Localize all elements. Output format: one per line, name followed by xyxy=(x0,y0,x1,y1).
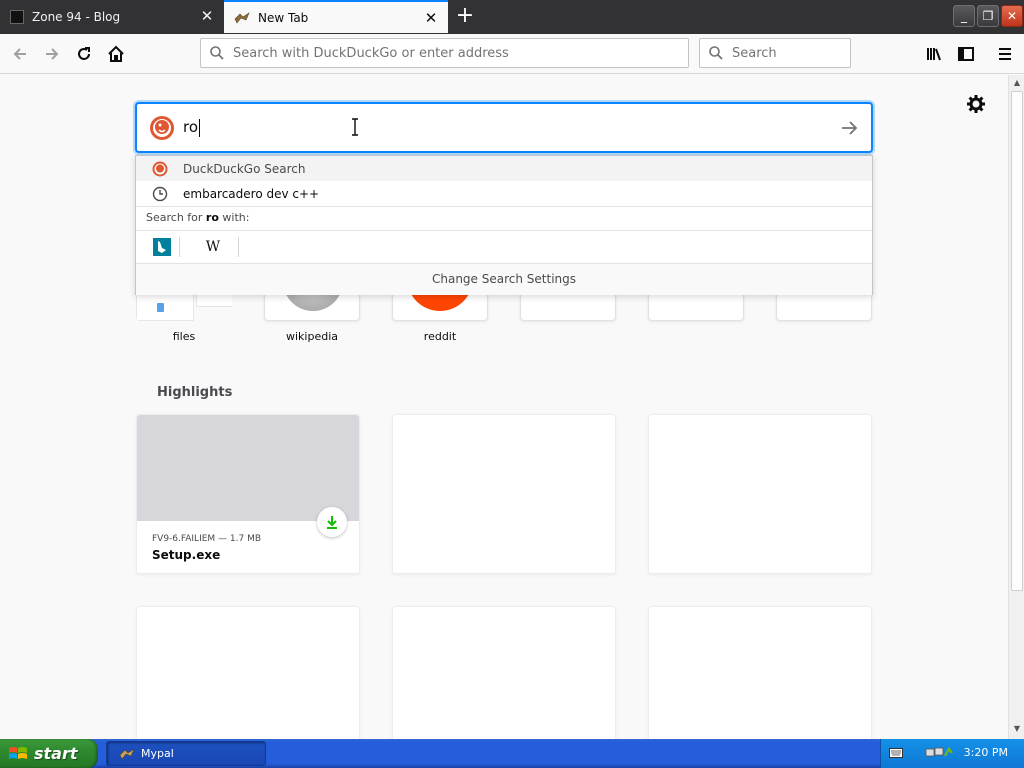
search-bar-placeholder: Search xyxy=(732,45,777,61)
close-tab-icon[interactable]: ✕ xyxy=(424,11,438,26)
top-site-label: files xyxy=(172,330,196,343)
highlight-title: Setup.exe xyxy=(152,548,221,562)
library-button[interactable] xyxy=(920,40,948,68)
highlight-card-empty xyxy=(136,606,360,739)
keyboard-icon[interactable] xyxy=(889,748,903,758)
search-text: ro xyxy=(183,118,199,137)
gear-icon[interactable] xyxy=(966,94,986,114)
duckduckgo-icon xyxy=(152,161,168,176)
library-icon xyxy=(927,48,941,61)
suggestion-history[interactable]: embarcadero dev c++ xyxy=(136,181,872,206)
divider xyxy=(136,206,872,207)
nav-bar: Search with DuckDuckGo or enter address … xyxy=(0,34,1024,74)
new-tab-page: F files wikipedia reddit ro DuckDuckGo S… xyxy=(0,75,1008,739)
ibeam-cursor-icon xyxy=(352,118,358,136)
newtab-search-box[interactable]: ro xyxy=(135,102,873,153)
address-bar-placeholder: Search with DuckDuckGo or enter address xyxy=(233,45,509,61)
hamburger-menu-icon xyxy=(999,48,1011,60)
tab-title: New Tab xyxy=(258,10,309,25)
back-button[interactable] xyxy=(6,40,34,68)
download-badge xyxy=(317,507,347,537)
close-tab-icon[interactable]: ✕ xyxy=(200,9,214,24)
highlight-card-empty xyxy=(648,606,872,739)
highlight-card-empty xyxy=(648,414,872,574)
reload-button[interactable] xyxy=(70,40,98,68)
arrow-right-icon xyxy=(46,48,59,60)
blog-favicon-icon xyxy=(10,9,24,24)
mypal-icon xyxy=(119,747,135,760)
search-icon xyxy=(210,46,224,60)
system-tray: 3:20 PM xyxy=(880,739,1024,768)
scroll-thumb[interactable] xyxy=(1011,91,1023,591)
highlight-card-empty xyxy=(392,606,616,739)
windows-logo-icon xyxy=(9,746,27,759)
download-icon xyxy=(327,516,337,529)
restore-button[interactable]: ❐ xyxy=(977,5,999,27)
text-caret xyxy=(199,118,201,137)
start-button[interactable]: start xyxy=(0,739,98,768)
search-for-suffix: with: xyxy=(218,211,250,224)
highlight-thumbnail xyxy=(137,415,359,521)
arrow-right-icon[interactable] xyxy=(839,118,859,138)
close-window-button[interactable]: ✕ xyxy=(1001,5,1023,27)
arrow-left-icon xyxy=(13,48,26,60)
forward-button[interactable] xyxy=(38,40,66,68)
one-off-engines: W xyxy=(136,231,872,263)
vertical-scrollbar[interactable]: ▲ ▼ xyxy=(1008,75,1024,739)
tab-new-tab[interactable]: New Tab ✕ xyxy=(224,0,448,33)
menu-button[interactable] xyxy=(991,40,1019,68)
tab-title: Zone 94 - Blog xyxy=(32,9,121,24)
mypal-favicon-icon xyxy=(234,11,250,24)
bing-icon[interactable] xyxy=(153,238,171,256)
suggestion-label: DuckDuckGo Search xyxy=(183,161,306,176)
search-for-term: ro xyxy=(205,211,219,224)
minimize-button[interactable]: _ xyxy=(953,5,975,27)
wikipedia-icon[interactable]: W xyxy=(204,238,222,256)
scroll-up-arrow-icon[interactable]: ▲ xyxy=(1011,77,1023,89)
search-bar[interactable]: Search xyxy=(699,38,851,68)
divider xyxy=(238,237,239,257)
home-button[interactable] xyxy=(102,40,130,68)
duckduckgo-icon xyxy=(150,115,174,140)
taskbar-item-mypal[interactable]: Mypal xyxy=(106,741,266,766)
top-site-label: wikipedia xyxy=(285,330,338,343)
taskbar-item-label: Mypal xyxy=(141,747,174,760)
highlight-meta: FV9-6.FAILIEM — 1.7 MB xyxy=(152,534,262,544)
document-icon xyxy=(157,303,164,312)
search-for-prefix: Search for xyxy=(146,211,206,224)
home-icon xyxy=(108,45,124,62)
highlights-heading: Highlights xyxy=(157,385,233,400)
search-suggestions-dropdown: DuckDuckGo Search embarcadero dev c++ Se… xyxy=(135,155,873,295)
sidebar-button[interactable] xyxy=(952,40,980,68)
reload-icon xyxy=(78,47,90,60)
change-search-settings-button[interactable]: Change Search Settings xyxy=(136,264,872,295)
highlight-card-empty xyxy=(392,414,616,574)
clock-icon xyxy=(152,186,168,201)
tab-strip: Zone 94 - Blog ✕ New Tab ✕ + _ ❐ ✕ xyxy=(0,0,1024,34)
address-bar[interactable]: Search with DuckDuckGo or enter address xyxy=(200,38,689,68)
suggestion-duckduckgo[interactable]: DuckDuckGo Search xyxy=(136,156,872,181)
windows-taskbar: start Mypal 3:20 PM xyxy=(0,739,1024,768)
network-icon[interactable] xyxy=(925,746,953,760)
search-icon xyxy=(709,46,723,60)
divider xyxy=(179,237,180,257)
top-site-label: reddit xyxy=(423,330,457,343)
search-for-label: Search for ro with: xyxy=(146,211,249,224)
search-input-value[interactable]: ro xyxy=(183,118,201,137)
start-label: start xyxy=(34,744,78,763)
new-tab-button[interactable]: + xyxy=(452,4,478,30)
highlight-card[interactable]: FV9-6.FAILIEM — 1.7 MB Setup.exe xyxy=(136,414,360,574)
clock: 3:20 PM xyxy=(963,746,1008,759)
scroll-down-arrow-icon[interactable]: ▼ xyxy=(1011,723,1023,735)
suggestion-label: embarcadero dev c++ xyxy=(183,186,320,201)
sidebar-icon xyxy=(958,47,974,61)
tab-zone94-blog[interactable]: Zone 94 - Blog ✕ xyxy=(0,0,224,33)
